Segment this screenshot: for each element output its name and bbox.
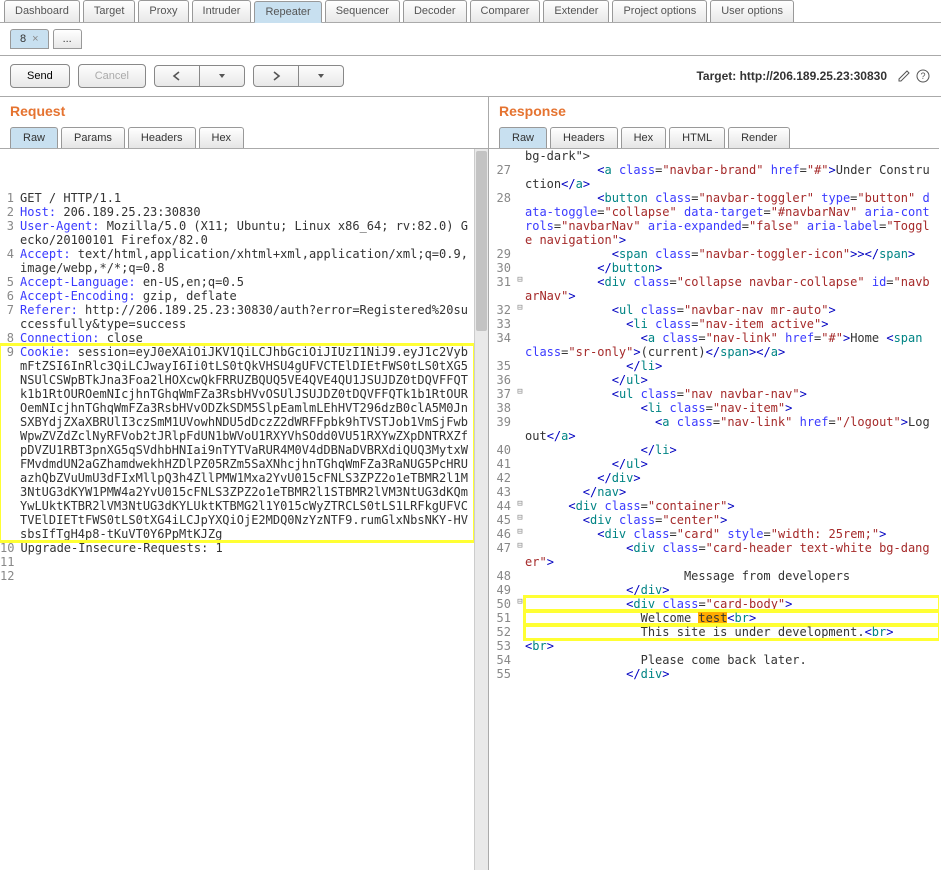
response-line: 29 <span class="navbar-toggler-icon">></… (489, 247, 939, 261)
back-button[interactable] (154, 65, 200, 87)
response-view-headers[interactable]: Headers (550, 127, 618, 148)
request-title: Request (0, 97, 488, 121)
response-line: 51 Welcome test<br> (489, 611, 939, 625)
cancel-button[interactable]: Cancel (78, 64, 146, 88)
request-line: 5Accept-Language: en-US,en;q=0.5 (0, 275, 474, 289)
history-back-group (154, 65, 245, 87)
request-line: 11 (0, 555, 474, 569)
request-line: 12 (0, 569, 474, 583)
request-scrollbar[interactable] (474, 149, 488, 870)
main-tab-repeater[interactable]: Repeater (254, 1, 321, 23)
request-line: 10Upgrade-Insecure-Requests: 1 (0, 541, 474, 555)
main-tab-intruder[interactable]: Intruder (192, 0, 252, 22)
request-line: 8Connection: close (0, 331, 474, 345)
request-line: 7Referer: http://206.189.25.23:30830/aut… (0, 303, 474, 331)
main-tab-comparer[interactable]: Comparer (470, 0, 541, 22)
request-view-headers[interactable]: Headers (128, 127, 196, 148)
request-line: 1GET / HTTP/1.1 (0, 191, 474, 205)
repeater-tab-1[interactable]: ... (53, 29, 82, 49)
response-line: 30 </button> (489, 261, 939, 275)
response-line: 46⊟ <div class="card" style="width: 25re… (489, 527, 939, 541)
main-tab-decoder[interactable]: Decoder (403, 0, 467, 22)
response-line: 52 This site is under development.<br> (489, 625, 939, 639)
response-line: 28 <button class="navbar-toggler" type="… (489, 191, 939, 247)
response-line: 40 </li> (489, 443, 939, 457)
close-tab-icon[interactable]: × (32, 33, 38, 45)
response-line: 33 <li class="nav-item active"> (489, 317, 939, 331)
response-line: 35 </li> (489, 359, 939, 373)
fwd-button[interactable] (253, 65, 299, 87)
response-view-hex[interactable]: Hex (621, 127, 667, 148)
response-line: 42 </div> (489, 471, 939, 485)
response-line: 44⊟ <div class="container"> (489, 499, 939, 513)
response-line: 41 </ul> (489, 457, 939, 471)
main-tab-target[interactable]: Target (83, 0, 136, 22)
main-tab-user-options[interactable]: User options (710, 0, 794, 22)
response-line: bg-dark"> (489, 149, 939, 163)
response-pane: Response RawHeadersHexHTMLRender bg-dark… (488, 97, 939, 870)
response-line: 32⊟ <ul class="navbar-nav mr-auto"> (489, 303, 939, 317)
main-tabs: DashboardTargetProxyIntruderRepeaterSequ… (0, 0, 941, 23)
request-line: 4Accept: text/html,application/xhtml+xml… (0, 247, 474, 275)
response-view-tabs: RawHeadersHexHTMLRender (489, 121, 939, 149)
request-view-raw[interactable]: Raw (10, 127, 58, 148)
response-line: 37⊟ <ul class="nav navbar-nav"> (489, 387, 939, 401)
request-line: 3User-Agent: Mozilla/5.0 (X11; Ubuntu; L… (0, 219, 474, 247)
request-view-tabs: RawParamsHeadersHex (0, 121, 488, 149)
response-view-raw[interactable]: Raw (499, 127, 547, 148)
response-line: 27 <a class="navbar-brand" href="#">Unde… (489, 163, 939, 191)
response-line: 45⊟ <div class="center"> (489, 513, 939, 527)
response-line: 53<br> (489, 639, 939, 653)
repeater-sub-tabs: 8×... (0, 23, 941, 56)
response-line: 31⊟ <div class="collapse navbar-collapse… (489, 275, 939, 303)
response-view-render[interactable]: Render (728, 127, 790, 148)
target-label: Target: http://206.189.25.23:30830 (696, 69, 887, 83)
response-line: 48 Message from developers (489, 569, 939, 583)
main-tab-proxy[interactable]: Proxy (138, 0, 188, 22)
control-bar: Send Cancel Target: http://206.189.25.23… (0, 56, 941, 97)
response-line: 36 </ul> (489, 373, 939, 387)
edit-target-icon[interactable] (896, 68, 912, 84)
main-tab-project-options[interactable]: Project options (612, 0, 707, 22)
main-tab-sequencer[interactable]: Sequencer (325, 0, 400, 22)
response-line: 39 <a class="nav-link" href="/logout">Lo… (489, 415, 939, 443)
response-line: 54 Please come back later. (489, 653, 939, 667)
response-line: 49 </div> (489, 583, 939, 597)
request-view-params[interactable]: Params (61, 127, 125, 148)
request-line: 6Accept-Encoding: gzip, deflate (0, 289, 474, 303)
request-view-hex[interactable]: Hex (199, 127, 245, 148)
response-body[interactable]: bg-dark">27 <a class="navbar-brand" href… (489, 149, 939, 870)
request-body[interactable]: 1GET / HTTP/1.12Host: 206.189.25.23:3083… (0, 149, 488, 870)
request-pane: Request RawParamsHeadersHex 1GET / HTTP/… (0, 97, 488, 870)
response-line: 34 <a class="nav-link" href="#">Home <sp… (489, 331, 939, 359)
history-fwd-group (253, 65, 344, 87)
response-title: Response (489, 97, 939, 121)
fwd-menu-button[interactable] (299, 65, 344, 87)
help-icon[interactable]: ? (915, 68, 931, 84)
panes: Request RawParamsHeadersHex 1GET / HTTP/… (0, 97, 941, 870)
svg-text:?: ? (920, 71, 925, 81)
main-tab-dashboard[interactable]: Dashboard (4, 0, 80, 22)
main-tab-extender[interactable]: Extender (543, 0, 609, 22)
send-button[interactable]: Send (10, 64, 70, 88)
response-view-html[interactable]: HTML (669, 127, 725, 148)
back-menu-button[interactable] (200, 65, 245, 87)
response-line: 55 </div> (489, 667, 939, 681)
response-line: 43 </nav> (489, 485, 939, 499)
response-line: 50⊟ <div class="card-body"> (489, 597, 939, 611)
request-line: 2Host: 206.189.25.23:30830 (0, 205, 474, 219)
response-line: 38 <li class="nav-item"> (489, 401, 939, 415)
response-line: 47⊟ <div class="card-header text-white b… (489, 541, 939, 569)
repeater-tab-0[interactable]: 8× (10, 29, 49, 49)
request-line: 9Cookie: session=eyJ0eXAiOiJKV1QiLCJhbGc… (0, 345, 474, 541)
